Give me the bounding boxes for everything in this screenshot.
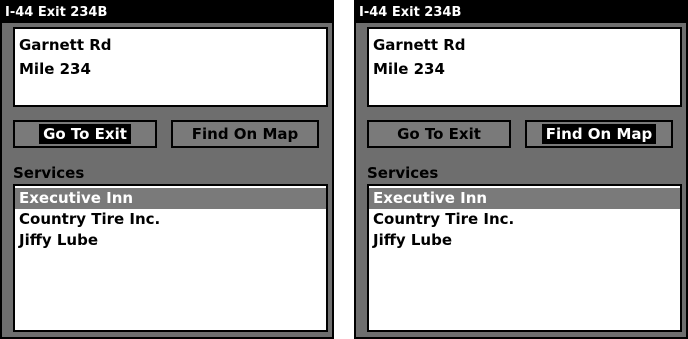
address-line-mile: Mile 234 xyxy=(19,60,91,78)
gps-screen-right: I-44 Exit 234B Garnett Rd Mile 234 Go To… xyxy=(354,0,688,339)
exit-title: I-44 Exit 234B xyxy=(2,2,332,23)
find-on-map-button[interactable]: Find On Map xyxy=(525,120,673,148)
service-item-country-tire[interactable]: Country Tire Inc. xyxy=(369,209,680,230)
services-list: Executive Inn Country Tire Inc. Jiffy Lu… xyxy=(367,184,682,332)
gps-screen-left: I-44 Exit 234B Garnett Rd Mile 234 Go To… xyxy=(0,0,334,339)
service-item-jiffy-lube[interactable]: Jiffy Lube xyxy=(369,230,680,251)
go-to-exit-label: Go To Exit xyxy=(39,124,131,144)
exit-address-box: Garnett Rd Mile 234 xyxy=(13,27,328,107)
services-heading: Services xyxy=(367,164,439,182)
service-item-jiffy-lube[interactable]: Jiffy Lube xyxy=(15,230,326,251)
service-item-country-tire[interactable]: Country Tire Inc. xyxy=(15,209,326,230)
go-to-exit-label: Go To Exit xyxy=(397,125,481,143)
services-heading: Services xyxy=(13,164,85,182)
service-item-executive-inn[interactable]: Executive Inn xyxy=(15,188,326,209)
find-on-map-label: Find On Map xyxy=(191,125,299,143)
address-line-road: Garnett Rd xyxy=(19,36,112,54)
address-line-mile: Mile 234 xyxy=(373,60,445,78)
address-line-road: Garnett Rd xyxy=(373,36,466,54)
find-on-map-button[interactable]: Find On Map xyxy=(171,120,319,148)
find-on-map-label: Find On Map xyxy=(541,124,657,144)
exit-address-box: Garnett Rd Mile 234 xyxy=(367,27,682,107)
service-item-executive-inn[interactable]: Executive Inn xyxy=(369,188,680,209)
go-to-exit-button[interactable]: Go To Exit xyxy=(367,120,511,148)
exit-title: I-44 Exit 234B xyxy=(356,2,686,23)
go-to-exit-button[interactable]: Go To Exit xyxy=(13,120,157,148)
services-list: Executive Inn Country Tire Inc. Jiffy Lu… xyxy=(13,184,328,332)
